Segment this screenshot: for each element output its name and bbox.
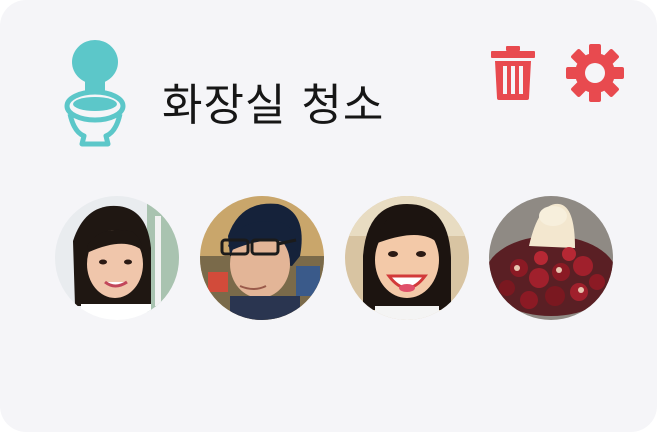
man-with-glasses-photo — [200, 196, 324, 320]
task-card[interactable]: 화장실 청소 — [0, 0, 657, 432]
settings-button[interactable] — [566, 44, 624, 102]
smiling-woman-photo — [345, 196, 469, 320]
member-avatar-4[interactable] — [489, 196, 613, 320]
delete-button[interactable] — [491, 46, 535, 100]
gear-icon — [566, 44, 624, 102]
trash-icon — [491, 46, 535, 100]
member-avatar-3[interactable] — [345, 196, 469, 320]
member-avatar-2[interactable] — [200, 196, 324, 320]
toilet-icon — [62, 40, 128, 150]
member-avatar-1[interactable] — [55, 196, 179, 320]
task-title: 화장실 청소 — [162, 80, 385, 131]
woman-portrait-photo — [55, 196, 179, 320]
cherry-dessert-photo — [489, 196, 613, 320]
